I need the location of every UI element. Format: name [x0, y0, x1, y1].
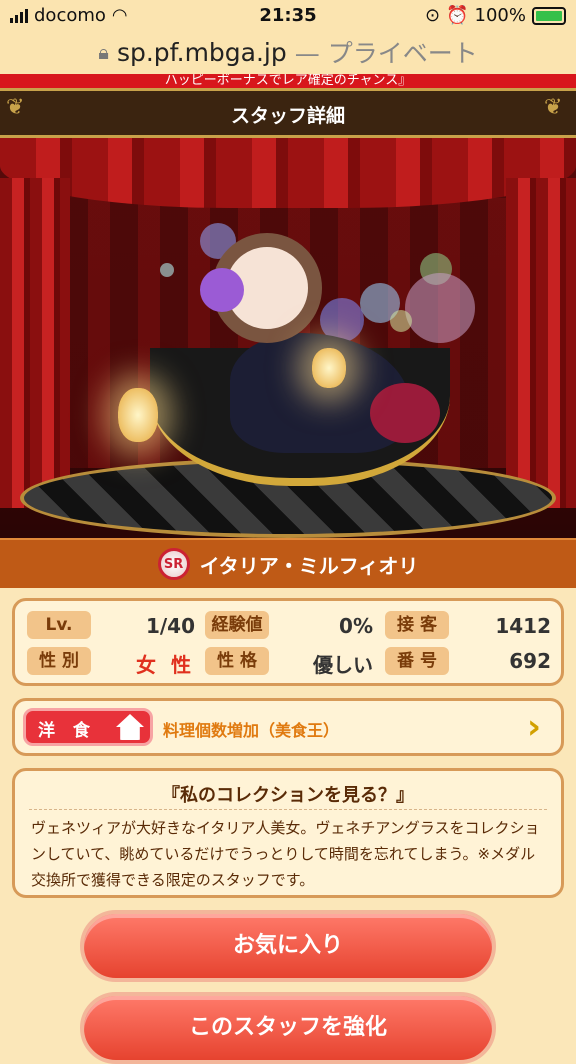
lantern-left	[118, 388, 158, 442]
curtain-left	[0, 178, 70, 508]
chevron-right-icon[interactable]: ›	[527, 709, 549, 747]
description-panel: 『私のコレクションを見る？』 ヴェネツィアが大好きなイタリア人美女。ヴェネチアン…	[12, 768, 564, 898]
staff-quote: 『私のコレクションを見る？』	[162, 785, 414, 806]
enhance-button[interactable]: このスタッフを強化	[80, 992, 496, 1064]
promo-banner[interactable]: ハッピーボーナスでレア確定のチャンス』	[0, 74, 576, 88]
curtain-right	[506, 178, 576, 508]
alarm-icon: ⏰	[446, 5, 469, 26]
number-value: 692	[509, 649, 551, 673]
bokeh-light	[405, 273, 475, 343]
lv-label: Lv.	[27, 611, 91, 639]
staff-name-bar: SR イタリア・ミルフィオリ	[0, 538, 576, 588]
home-icon	[116, 714, 144, 740]
skill-row[interactable]: 洋 食 料理個数増加（美食王） ›	[12, 698, 564, 756]
gender-label: 性 別	[27, 647, 91, 675]
exp-label: 経験値	[205, 611, 269, 639]
lock-icon: 🔒︎	[98, 40, 109, 64]
battery-icon	[532, 6, 566, 25]
status-bar: docomo ◠ 21:35 ⊙ ⏰ 100%	[0, 0, 576, 30]
personality-label: 性 格	[205, 647, 269, 675]
cushion-image	[370, 383, 440, 443]
personality-value: 優しい	[313, 653, 373, 677]
skill-description: 料理個数増加（美食王）	[163, 721, 340, 740]
lantern-right	[312, 348, 346, 388]
bokeh-light	[160, 263, 174, 277]
staff-description: ヴェネツィアが大好きなイタリア人美女。ヴェネチアングラスをコレクションしていて、…	[31, 819, 540, 889]
curtain-top	[0, 138, 576, 208]
skill-category-tag: 洋 食	[23, 708, 153, 746]
stats-panel: Lv. 1/40 経験値 0% 接 客 1412 性 別 女 性 性 格 優しい…	[12, 598, 564, 686]
title-bar: ❦ スタッフ詳細 ❦	[0, 88, 576, 138]
staff-name: イタリア・ミルフィオリ	[199, 553, 419, 578]
rarity-badge: SR	[157, 548, 190, 580]
gender-value: 女 性	[136, 653, 195, 677]
lv-value: 1/40	[145, 614, 195, 638]
service-label: 接 客	[385, 611, 449, 639]
favorite-button[interactable]: お気に入り	[80, 910, 496, 982]
bokeh-light	[390, 310, 412, 332]
rotation-lock-icon: ⊙	[425, 5, 441, 26]
address-bar[interactable]: 🔒︎ sp.pf.mbga.jp — プライベート	[0, 30, 576, 74]
character-stage	[0, 138, 576, 538]
url-domain: sp.pf.mbga.jp	[116, 37, 287, 67]
ornament-right-icon: ❦	[544, 95, 563, 120]
flower-hair-ornament	[200, 268, 244, 312]
skill-category: 洋 食	[38, 721, 96, 741]
exp-value: 0%	[339, 614, 373, 638]
service-value: 1412	[495, 614, 551, 638]
battery-percent: 100%	[474, 5, 526, 26]
page-title: スタッフ詳細	[230, 105, 345, 127]
divider	[29, 809, 547, 810]
number-label: 番 号	[385, 647, 449, 675]
status-right: ⊙ ⏰ 100%	[425, 5, 566, 26]
private-label: — プライベート	[294, 39, 478, 68]
